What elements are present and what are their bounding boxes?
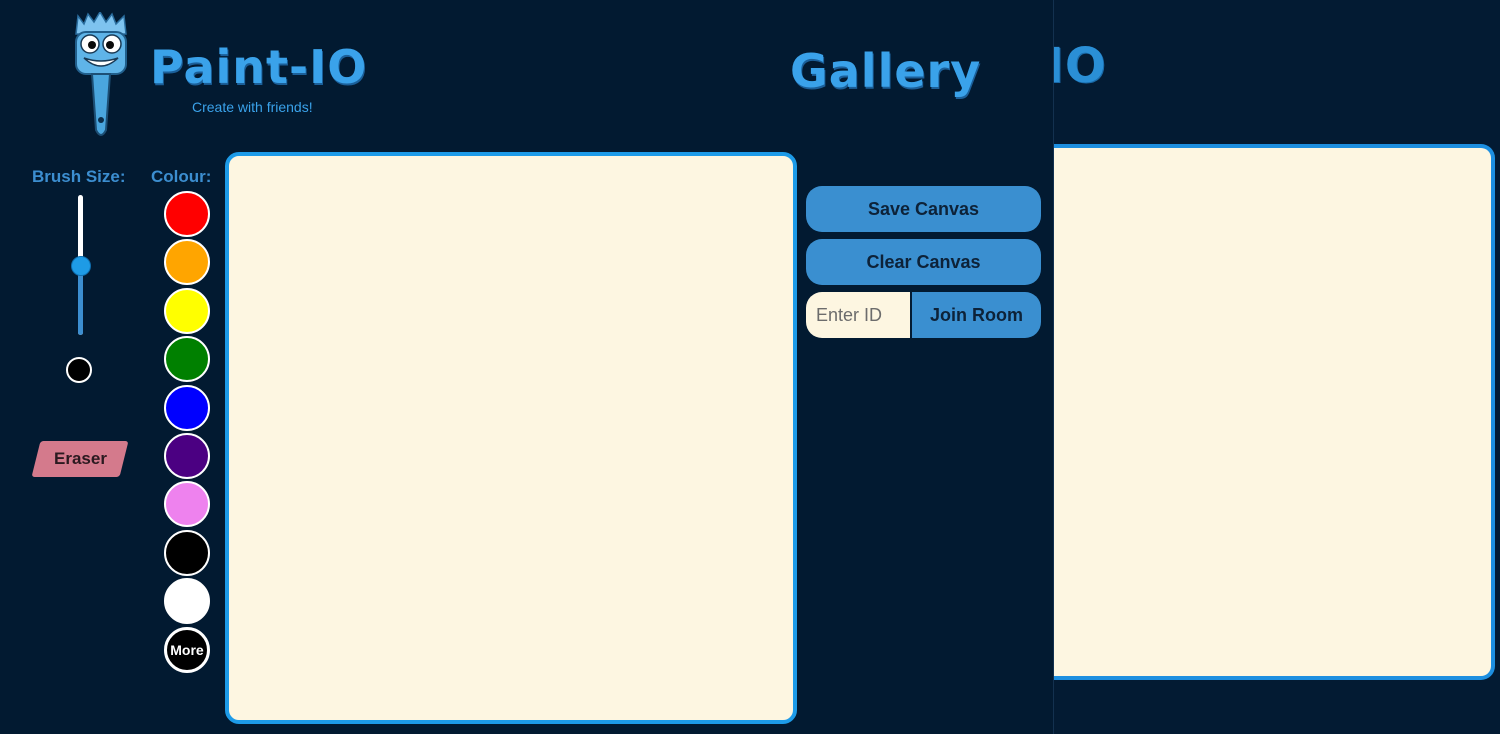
colour-swatch[interactable] xyxy=(164,336,210,383)
colour-swatch[interactable] xyxy=(164,191,210,237)
colour-swatch[interactable] xyxy=(164,239,210,286)
drawing-canvas[interactable] xyxy=(225,152,797,724)
save-canvas-button[interactable]: Save Canvas xyxy=(806,186,1041,232)
brush-size-preview xyxy=(66,357,92,383)
colour-swatch[interactable] xyxy=(164,481,210,528)
colour-swatch[interactable] xyxy=(164,384,210,431)
room-id-input[interactable] xyxy=(806,292,910,338)
gallery-link[interactable]: Gallery xyxy=(790,44,981,98)
brush-size-label: Brush Size: xyxy=(32,167,126,186)
colour-swatch[interactable] xyxy=(164,432,210,479)
join-room-row: Join Room xyxy=(806,292,1041,338)
colour-label: Colour: xyxy=(151,167,212,186)
gallery-title-fragment: IO xyxy=(1046,38,1107,94)
page: IO Paint-IO Create with friends! Gallery… xyxy=(0,0,1500,734)
join-room-button[interactable]: Join Room xyxy=(910,292,1041,338)
more-colours-button[interactable]: More xyxy=(164,626,210,673)
colour-swatch[interactable] xyxy=(164,578,210,625)
colour-swatch[interactable] xyxy=(164,529,210,576)
paint-panel: Paint-IO Create with friends! Gallery Br… xyxy=(0,0,1054,734)
colour-swatch-list: More xyxy=(164,191,212,673)
colour-swatch[interactable] xyxy=(164,287,210,334)
paintbrush-mascot-logo xyxy=(75,12,127,136)
brush-size-slider-thumb[interactable] xyxy=(71,256,91,276)
gallery-canvas[interactable] xyxy=(1047,144,1495,680)
clear-canvas-button[interactable]: Clear Canvas xyxy=(806,239,1041,285)
app-subtitle: Create with friends! xyxy=(192,99,313,115)
app-title: Paint-IO xyxy=(150,40,368,94)
eraser-button-label: Eraser xyxy=(53,449,107,468)
eraser-button[interactable]: Eraser xyxy=(31,441,129,477)
